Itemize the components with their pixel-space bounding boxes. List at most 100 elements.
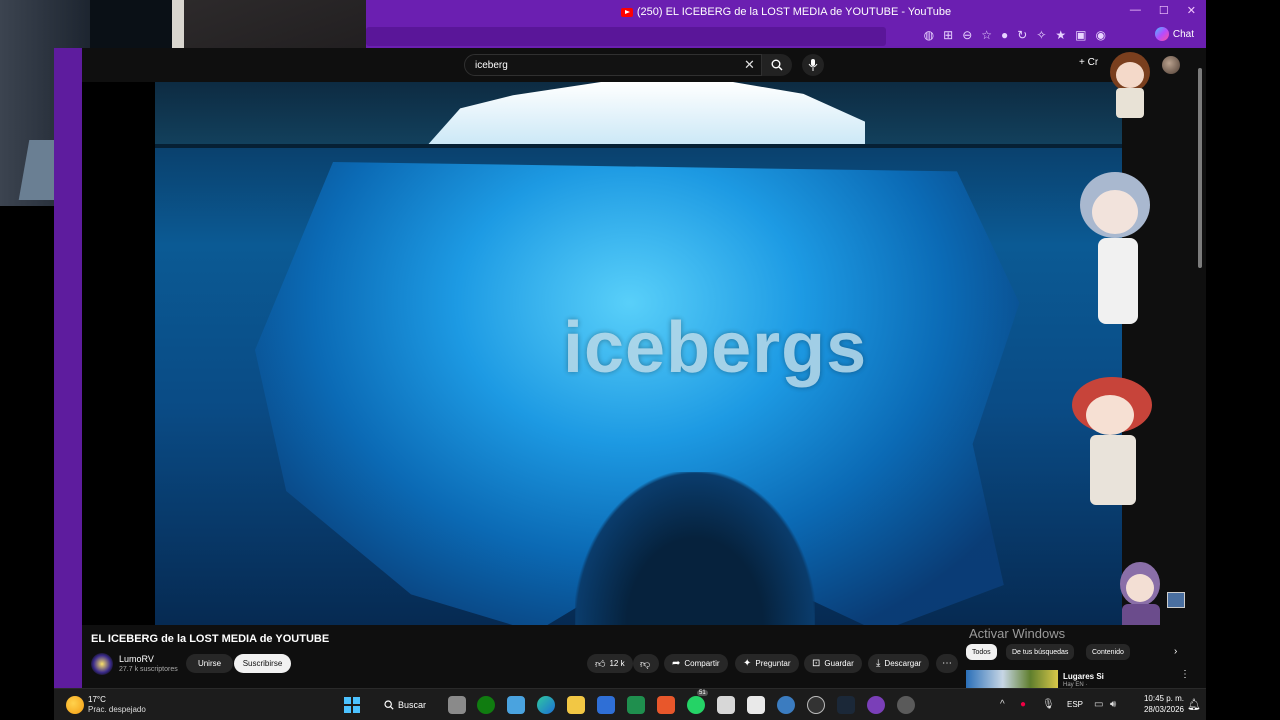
clock-time[interactable]: 10:45 p. m. — [1134, 694, 1184, 703]
dislike-button[interactable]: 👎︎ — [633, 654, 659, 673]
download-button[interactable]: ⤓ Descargar — [868, 654, 930, 673]
puzzle-icon[interactable]: ✧ — [1036, 28, 1046, 42]
search-icon — [384, 700, 394, 710]
create-label: Cr — [1087, 57, 1099, 68]
extension-icon[interactable]: ● — [1001, 28, 1008, 42]
sticker-body — [1090, 435, 1136, 505]
chat-button[interactable]: Chat — [1154, 27, 1194, 41]
address-bar[interactable] — [366, 27, 886, 46]
taskbar-search[interactable]: Buscar — [376, 693, 434, 717]
ask-label: Preguntar — [755, 659, 791, 668]
thumbs-down-icon: 👎︎ — [640, 658, 651, 670]
weather-temperature[interactable]: 17°C — [88, 695, 106, 704]
search-input[interactable]: iceberg — [464, 54, 762, 76]
channel-name[interactable]: LumoRV — [119, 654, 154, 664]
clock-date[interactable]: 28/03/2026 — [1126, 705, 1184, 714]
favorite-star-icon[interactable]: ☆ — [981, 28, 992, 42]
office-icon[interactable] — [657, 696, 675, 714]
page-scrollbar[interactable] — [1196, 56, 1204, 686]
window-controls: — ☐ ✕ — [1130, 4, 1196, 17]
task-view-icon[interactable] — [448, 696, 466, 714]
network-icon[interactable]: ▭ — [1094, 699, 1103, 710]
maximize-button[interactable]: ☐ — [1159, 4, 1169, 17]
search-button[interactable] — [762, 54, 792, 76]
recommendation-title[interactable]: Lugares Si — [1063, 672, 1104, 681]
browser-side-frame — [54, 48, 82, 688]
paint-icon[interactable] — [747, 696, 765, 714]
join-button[interactable]: Unirse — [186, 654, 233, 673]
refresh-icon[interactable]: ↻ — [1017, 28, 1027, 42]
browser-title-bar: (250) EL ICEBERG de la LOST MEDIA de YOU… — [366, 0, 1206, 24]
clear-search-icon[interactable]: ✕ — [744, 57, 755, 73]
zoom-icon[interactable]: ⊖ — [962, 28, 972, 42]
outlook-icon[interactable] — [597, 696, 615, 714]
store-icon[interactable] — [717, 696, 735, 714]
chevron-up-icon[interactable]: ^ — [1000, 699, 1005, 710]
taskbar-search-label: Buscar — [398, 700, 427, 710]
app-icon[interactable] — [777, 696, 795, 714]
download-icon: ⤓ — [876, 658, 881, 669]
excel-icon[interactable] — [627, 696, 645, 714]
copilot-logo-icon — [1154, 27, 1169, 41]
sticker-face — [1086, 395, 1134, 435]
split-screen-icon[interactable]: ⊞ — [943, 28, 953, 42]
recycle-bin-icon[interactable] — [1167, 592, 1185, 608]
voice-search-button[interactable] — [802, 54, 824, 76]
chip-all[interactable]: Todos — [966, 644, 997, 660]
chip-from-searches[interactable]: De tus búsquedas — [1006, 644, 1075, 660]
scrollbar-thumb[interactable] — [1198, 68, 1202, 268]
start-tile — [344, 706, 351, 713]
save-label: Guardar — [824, 659, 854, 668]
chip-content[interactable]: Contenido — [1086, 644, 1130, 660]
subscribe-button[interactable]: Suscribirse — [234, 654, 291, 673]
save-button[interactable]: ⊡ Guardar — [804, 654, 862, 673]
user-avatar[interactable] — [1162, 56, 1180, 74]
chevron-right-icon[interactable]: › — [1168, 643, 1183, 659]
tab-title[interactable]: (250) EL ICEBERG de la LOST MEDIA de YOU… — [637, 6, 951, 18]
collections-icon[interactable]: ▣ — [1075, 28, 1086, 42]
waterline — [155, 144, 1122, 148]
sparkle-icon: ✦ — [743, 658, 752, 669]
share-button[interactable]: ➦ Compartir — [664, 654, 728, 673]
tray-app-icon[interactable]: ● — [1020, 699, 1026, 710]
xbox-icon[interactable] — [477, 696, 495, 714]
minimize-button[interactable]: — — [1130, 4, 1141, 17]
like-count: 12 k — [609, 659, 625, 668]
character-sticker-red — [1068, 377, 1156, 507]
microphone-icon[interactable]: 🎙︎ — [1042, 699, 1055, 710]
edge-icon[interactable] — [537, 696, 555, 714]
notifications-icon[interactable]: 🔔︎ — [1187, 698, 1201, 711]
file-explorer-icon[interactable] — [567, 696, 585, 714]
language-indicator[interactable]: ESP — [1067, 700, 1083, 709]
more-actions-button[interactable]: ⋯ — [936, 654, 958, 673]
close-window-button[interactable]: ✕ — [1187, 4, 1196, 17]
start-tile — [344, 697, 351, 704]
tor-browser-icon[interactable] — [867, 696, 885, 714]
profile-icon[interactable]: ◉ — [1096, 28, 1106, 42]
sticker-body — [1098, 238, 1138, 324]
channel-avatar[interactable] — [91, 653, 113, 675]
activate-windows-watermark: Activar Windows — [969, 626, 1066, 641]
volume-icon[interactable]: 🔊︎ — [1110, 699, 1116, 710]
video-player[interactable]: icebergs — [82, 82, 1122, 625]
copilot-icon[interactable]: ◍ — [924, 28, 934, 42]
favorites-icon[interactable]: ★ — [1055, 28, 1066, 42]
chat-label: Chat — [1172, 28, 1194, 40]
weather-description[interactable]: Prac. despejado — [88, 705, 146, 714]
photos-icon[interactable] — [507, 696, 525, 714]
create-button[interactable]: + Cr — [1079, 57, 1098, 68]
obs-icon[interactable] — [807, 696, 825, 714]
steam-icon[interactable] — [837, 696, 855, 714]
more-icon: ⋯ — [942, 658, 952, 669]
like-button[interactable]: 👍︎ 12 k — [587, 654, 633, 673]
settings-icon[interactable] — [897, 696, 915, 714]
start-button[interactable] — [344, 697, 360, 713]
youtube-header: iceberg ✕ + Cr — [82, 48, 1206, 82]
character-sticker-blue — [1074, 172, 1158, 332]
whatsapp-badge: 51 — [697, 690, 708, 696]
whatsapp-icon[interactable]: 51 — [687, 690, 708, 714]
recommendation-thumbnail[interactable] — [966, 670, 1058, 688]
more-options-icon[interactable]: ⋮ — [1180, 669, 1190, 680]
weather-moon-icon[interactable] — [66, 696, 84, 714]
ask-button[interactable]: ✦ Preguntar — [735, 654, 799, 673]
